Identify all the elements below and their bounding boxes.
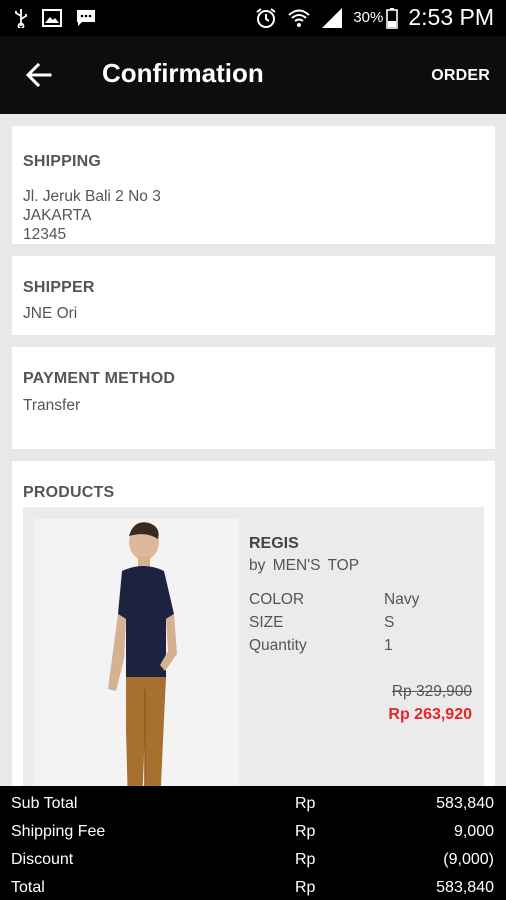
products-heading: PRODUCTS [23, 484, 115, 501]
discount-label: Discount [11, 851, 74, 868]
arrow-back-icon[interactable] [22, 58, 56, 92]
gallery-icon [42, 9, 62, 27]
app-bar: Confirmation ORDER [0, 36, 506, 114]
status-bar: 30% 2:53 PM [0, 0, 506, 36]
product-item[interactable]: REGIS by MEN'S TOP COLOR Navy SIZE S Qua… [23, 507, 484, 786]
discount-value: (9,000) [443, 851, 494, 868]
total-label: Total [11, 879, 45, 896]
alarm-icon [256, 7, 276, 28]
message-icon [77, 10, 95, 26]
confirmation-content[interactable]: SHIPPING Jl. Jeruk Bali 2 No 3 JAKARTA 1… [0, 114, 506, 786]
signal-icon [322, 7, 343, 28]
summary-row-shipping-fee: Shipping Fee Rp 9,000 [0, 818, 506, 846]
wifi-icon [288, 9, 310, 27]
shipping-card: SHIPPING Jl. Jeruk Bali 2 No 3 JAKARTA 1… [12, 126, 495, 244]
color-value: Navy [384, 591, 420, 608]
shipper-heading: SHIPPER [23, 279, 95, 296]
shipper-value: JNE Ori [23, 305, 78, 322]
shipping-fee-value: 9,000 [453, 823, 494, 840]
shipping-fee-currency: Rp [295, 823, 316, 840]
product-brand: MEN'S TOP [272, 557, 360, 574]
size-label: SIZE [249, 614, 284, 631]
subtotal-label: Sub Total [11, 795, 78, 812]
address-line: Jl. Jeruk Bali 2 No 3 [23, 188, 161, 205]
payment-value: Transfer [23, 397, 81, 414]
quantity-label: Quantity [249, 637, 307, 654]
address-city: JAKARTA [23, 207, 92, 224]
product-brand-line: by MEN'S TOP [249, 557, 359, 575]
shipper-card: SHIPPER JNE Ori [12, 256, 495, 335]
payment-heading: PAYMENT METHOD [23, 370, 176, 387]
shipping-heading: SHIPPING [23, 153, 102, 170]
products-card: PRODUCTS REGIS by MEN'S TOP COLOR Navy S… [12, 461, 495, 786]
size-value: S [384, 614, 395, 631]
summary-row-total: Total Rp 583,840 [0, 874, 506, 900]
total-value: 583,840 [436, 879, 494, 896]
summary-row-discount: Discount Rp (9,000) [0, 846, 506, 874]
battery-percent: 30% [353, 9, 384, 26]
subtotal-currency: Rp [295, 795, 316, 812]
sale-price: Rp 263,920 [388, 706, 472, 723]
color-label: COLOR [249, 591, 305, 608]
by-label: by [249, 557, 266, 574]
order-button[interactable]: ORDER [431, 67, 490, 85]
product-image [34, 519, 239, 786]
clock: 2:53 PM [408, 4, 494, 30]
quantity-value: 1 [384, 637, 393, 654]
page-title: Confirmation [102, 58, 264, 88]
usb-icon [15, 9, 27, 28]
shipping-fee-label: Shipping Fee [11, 823, 106, 840]
product-name: REGIS [249, 535, 299, 552]
order-summary: Sub Total Rp 583,840 Shipping Fee Rp 9,0… [0, 786, 506, 900]
subtotal-value: 583,840 [436, 795, 494, 812]
discount-currency: Rp [295, 851, 316, 868]
original-price: Rp 329,900 [391, 683, 472, 700]
summary-row-subtotal: Sub Total Rp 583,840 [0, 790, 506, 818]
address-postal-code: 12345 [23, 226, 67, 243]
payment-card: PAYMENT METHOD Transfer [12, 347, 495, 449]
battery-icon [386, 7, 399, 29]
total-currency: Rp [295, 879, 316, 896]
